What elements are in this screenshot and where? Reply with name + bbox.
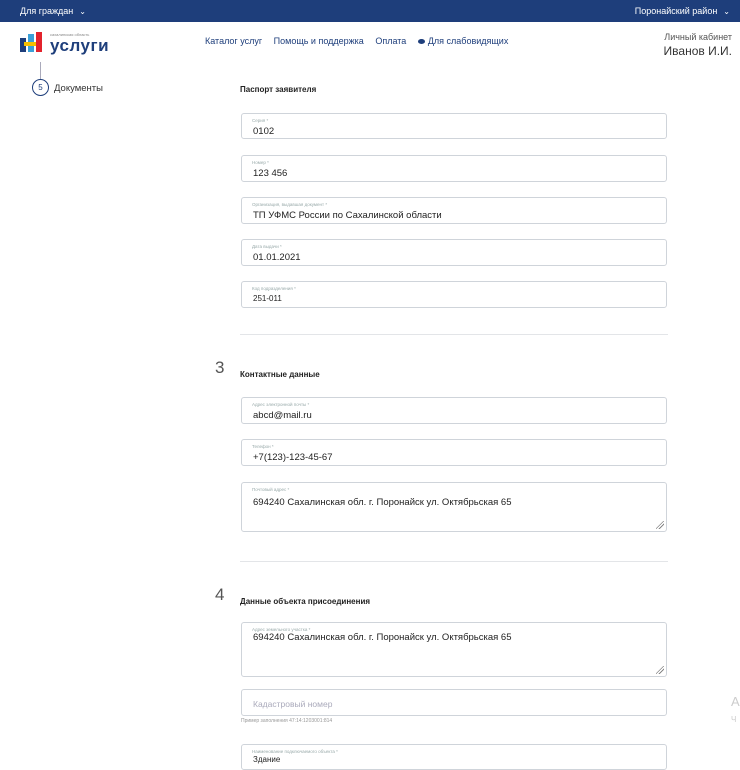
eye-icon bbox=[417, 39, 425, 45]
edge-letter: А bbox=[731, 694, 740, 709]
stepper-line bbox=[40, 62, 41, 79]
user-name: Иванов И.И. bbox=[663, 44, 732, 58]
field-label: Почтовый адрес * bbox=[252, 487, 290, 492]
chevron-down-icon: ⌄ bbox=[723, 7, 730, 16]
chevron-down-icon: ⌄ bbox=[79, 7, 86, 16]
passport-number-field[interactable]: Номер * 123 456 bbox=[241, 155, 667, 182]
field-label: Наименование подключаемого объекта * bbox=[252, 749, 338, 754]
contacts-section-title: Контактные данные bbox=[240, 370, 320, 379]
section-divider bbox=[240, 334, 668, 335]
field-value: 0102 bbox=[253, 126, 275, 137]
citizens-menu[interactable]: Для граждан ⌄ bbox=[20, 6, 86, 16]
top-bar: Для граждан ⌄ Поронайский район ⌄ bbox=[0, 0, 740, 22]
cadastral-hint: Пример заполнения 47:14:1203001:814 bbox=[241, 718, 333, 724]
nav-help[interactable]: Помощь и поддержка bbox=[274, 36, 364, 46]
field-label: Серия * bbox=[252, 118, 269, 123]
field-value: +7(123)-123-45-67 bbox=[253, 452, 333, 463]
object-section-title: Данные объекта присоединения bbox=[240, 597, 371, 606]
logo-mark-icon bbox=[20, 32, 42, 52]
resize-handle-icon[interactable] bbox=[656, 666, 664, 674]
field-label: Дата выдачи * bbox=[252, 244, 282, 249]
field-value: 01.01.2021 bbox=[253, 252, 301, 263]
field-value: 694240 Сахалинская обл. г. Поронайск ул.… bbox=[253, 632, 512, 643]
logo-title: услуги bbox=[50, 36, 110, 55]
cadastral-number-field[interactable]: Кадастровый номер bbox=[241, 689, 667, 716]
email-field[interactable]: Адрес электронной почты * abcd@mail.ru bbox=[241, 397, 667, 424]
region-label: Поронайский район bbox=[634, 6, 718, 16]
citizens-menu-label: Для граждан bbox=[20, 6, 74, 16]
section-number: 4 bbox=[215, 585, 225, 604]
object-name-field[interactable]: Наименование подключаемого объекта * Зда… bbox=[241, 744, 667, 770]
postal-address-field[interactable]: Почтовый адрес * 694240 Сахалинская обл.… bbox=[241, 482, 667, 532]
field-value: 694240 Сахалинская обл. г. Поронайск ул.… bbox=[253, 497, 512, 508]
field-value: Здание bbox=[253, 755, 281, 764]
main-nav: Каталог услуг Помощь и поддержка Оплата … bbox=[205, 36, 526, 46]
land-address-field[interactable]: Адрес земельного участка * 694240 Сахали… bbox=[241, 622, 667, 677]
issue-date-field[interactable]: Дата выдачи * 01.01.2021 bbox=[241, 239, 667, 266]
field-placeholder: Кадастровый номер bbox=[253, 699, 333, 709]
field-label: Телефон * bbox=[252, 444, 274, 449]
nav-accessibility[interactable]: Для слабовидящих bbox=[417, 36, 518, 46]
resize-handle-icon[interactable] bbox=[656, 521, 664, 529]
section-number: 3 bbox=[215, 358, 225, 377]
division-code-field[interactable]: Код подразделения * 251-011 bbox=[241, 281, 667, 308]
step-label[interactable]: Документы bbox=[54, 83, 103, 94]
field-label: Номер * bbox=[252, 160, 269, 165]
issuing-organization-field[interactable]: Организация, выдавшая документ * ТП УФМС… bbox=[241, 197, 667, 224]
cabinet-label: Личный кабинет bbox=[664, 32, 732, 42]
field-value: ТП УФМС России по Сахалинской области bbox=[253, 210, 442, 221]
field-label: Код подразделения * bbox=[252, 286, 296, 291]
section-divider bbox=[240, 561, 668, 562]
edge-letter: Ч bbox=[731, 715, 737, 724]
nav-catalog[interactable]: Каталог услуг bbox=[205, 36, 262, 46]
passport-series-field[interactable]: Серия * 0102 bbox=[241, 113, 667, 139]
step-number: 5 bbox=[32, 79, 49, 96]
field-label: Организация, выдавшая документ * bbox=[252, 202, 328, 207]
phone-field[interactable]: Телефон * +7(123)-123-45-67 bbox=[241, 439, 667, 466]
personal-cabinet[interactable]: Личный кабинет Иванов И.И. bbox=[664, 32, 732, 58]
passport-section-title: Паспорт заявителя bbox=[240, 85, 317, 94]
nav-accessibility-label: Для слабовидящих bbox=[427, 36, 509, 46]
field-value: 123 456 bbox=[253, 168, 288, 179]
field-value: abcd@mail.ru bbox=[253, 410, 312, 421]
field-value: 251-011 bbox=[253, 294, 282, 303]
region-select[interactable]: Поронайский район ⌄ bbox=[635, 6, 730, 16]
field-label: Адрес электронной почты * bbox=[252, 402, 310, 407]
nav-payment[interactable]: Оплата bbox=[375, 36, 406, 46]
